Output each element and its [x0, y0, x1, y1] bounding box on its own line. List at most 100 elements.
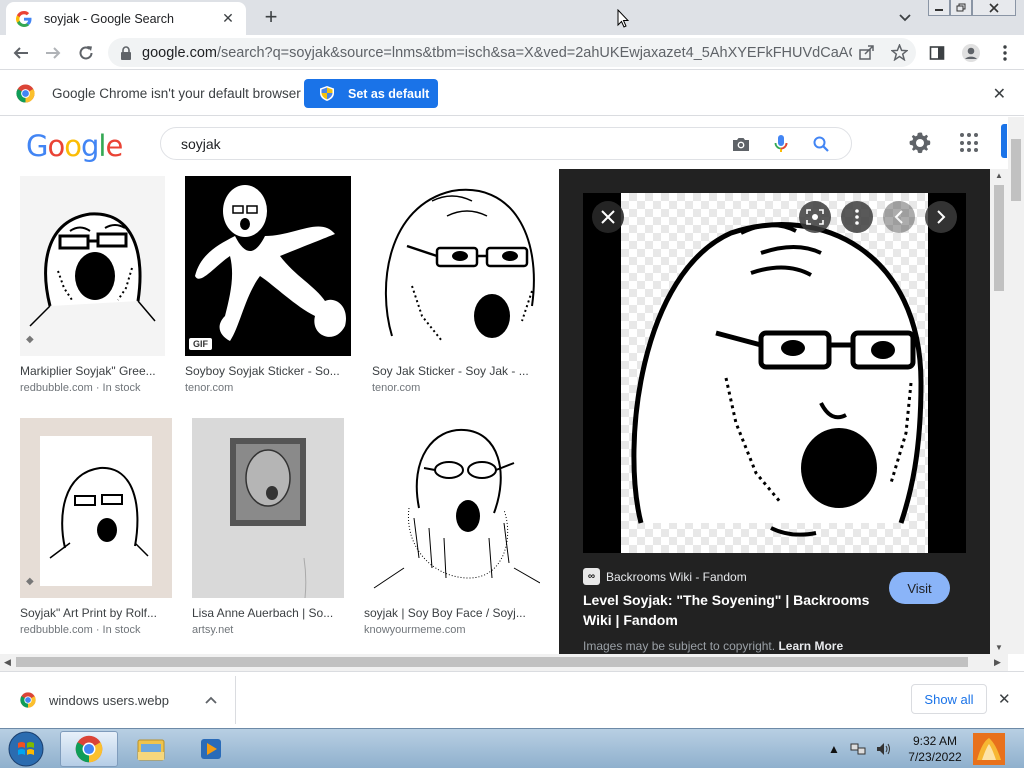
- preview-scrollbar[interactable]: ▲ ▼: [990, 169, 1008, 654]
- taskbar-media-player[interactable]: [182, 731, 240, 767]
- restore-button[interactable]: [950, 0, 972, 16]
- infobar-close-button[interactable]: ✕: [993, 84, 1006, 104]
- url-host: google.com: [142, 44, 217, 61]
- download-item[interactable]: windows users.webp: [0, 676, 236, 724]
- close-window-button[interactable]: [972, 0, 1016, 16]
- vertical-dots-icon: [855, 209, 859, 225]
- volume-icon[interactable]: [876, 742, 892, 756]
- next-image-button[interactable]: [925, 201, 957, 233]
- search-input[interactable]: soyjak: [160, 127, 852, 160]
- google-logo[interactable]: Google: [26, 129, 123, 163]
- minimize-icon: [935, 8, 943, 11]
- taskbar-chrome[interactable]: [60, 731, 118, 767]
- scroll-right-arrow-icon[interactable]: ▶: [994, 657, 1001, 668]
- scroll-down-arrow-icon[interactable]: ▼: [995, 643, 1003, 652]
- start-button[interactable]: [4, 730, 48, 768]
- tab-strip: soyjak - Google Search ✕ +: [0, 0, 1024, 35]
- forward-button[interactable]: [42, 42, 64, 64]
- network-icon[interactable]: [850, 742, 866, 756]
- bookmark-star-button[interactable]: [890, 43, 908, 61]
- preview-image[interactable]: [583, 193, 966, 553]
- reload-button[interactable]: [75, 42, 97, 64]
- show-hidden-icons-icon[interactable]: ▲: [828, 742, 840, 756]
- image-result[interactable]: soyjak | Soy Boy Face / Soyj... knowyour…: [364, 418, 540, 636]
- browser-toolbar: google.com/search?q=soyjak&source=lnms&t…: [0, 35, 1024, 70]
- fandom-favicon-icon: ∞: [583, 568, 600, 585]
- minimize-button[interactable]: [928, 0, 950, 16]
- transparent-canvas: [621, 193, 928, 553]
- chrome-file-icon: [20, 692, 36, 708]
- url-text: google.com/search?q=soyjak&source=lnms&t…: [142, 45, 852, 61]
- search-submit-button[interactable]: [811, 134, 831, 154]
- share-button[interactable]: [858, 43, 876, 61]
- url-path: /search?q=soyjak&source=lnms&tbm=isch&sa…: [216, 44, 852, 61]
- taskbar-explorer[interactable]: [122, 731, 180, 767]
- image-result[interactable]: Lisa Anne Auerbach | So... artsy.net: [192, 418, 344, 636]
- previous-image-button[interactable]: [883, 201, 915, 233]
- apps-dot: [974, 133, 978, 137]
- image-result[interactable]: ◆ Soyjak" Art Print by Rolf... redbubble…: [20, 418, 172, 636]
- bearded-soyjak-drawing: [373, 428, 540, 589]
- scroll-up-arrow-icon[interactable]: ▲: [995, 171, 1003, 180]
- learn-more-link[interactable]: Learn More: [778, 639, 843, 653]
- result-thumbnail: [364, 418, 540, 598]
- back-button[interactable]: [10, 42, 32, 64]
- tab-search-chevron-icon[interactable]: [897, 9, 913, 25]
- chevron-up-icon[interactable]: [203, 695, 219, 705]
- scrollbar-thumb[interactable]: [1011, 139, 1021, 201]
- result-source: redbubble.com · In stock: [20, 382, 141, 394]
- apps-dot: [967, 148, 971, 153]
- default-browser-infobar: Google Chrome isn't your default browser…: [0, 71, 1024, 116]
- user-tile-icon[interactable]: [972, 732, 1006, 766]
- visit-button[interactable]: Visit: [889, 572, 950, 604]
- close-download-shelf-button[interactable]: ✕: [998, 690, 1011, 708]
- forward-arrow-icon: [46, 47, 61, 59]
- soyjak-drawing: [384, 188, 535, 342]
- scrollbar-thumb[interactable]: [16, 657, 968, 667]
- lens-icon: [806, 209, 824, 225]
- preview-title-link[interactable]: Level Soyjak: "The Soyening" | Backrooms…: [583, 590, 873, 630]
- image-results-grid: ◆ Markiplier Soyjak" Gree... redbubble.c…: [0, 169, 559, 654]
- camera-search-button[interactable]: [731, 134, 751, 154]
- preview-more-button[interactable]: [841, 201, 873, 233]
- result-caption: Soyjak" Art Print by Rolf...: [20, 606, 157, 620]
- close-preview-button[interactable]: [592, 201, 624, 233]
- page-horizontal-scrollbar[interactable]: ◀ ▶: [0, 654, 1008, 671]
- search-box-icons: [731, 134, 831, 154]
- folder-icon: [137, 739, 165, 761]
- chrome-menu-button[interactable]: [994, 42, 1016, 64]
- logo-letter: G: [26, 129, 49, 163]
- result-source: redbubble.com · In stock: [20, 624, 141, 636]
- infobar-message: Google Chrome isn't your default browser: [52, 86, 301, 101]
- page-vertical-scrollbar[interactable]: [1008, 117, 1024, 654]
- taskbar-clock[interactable]: 9:32 AM 7/23/2022: [900, 733, 970, 765]
- share-icon: [859, 45, 874, 60]
- scrollbar-thumb[interactable]: [994, 185, 1004, 291]
- account-button[interactable]: [1001, 124, 1007, 158]
- result-source: tenor.com: [185, 382, 234, 394]
- preview-source-site[interactable]: ∞ Backrooms Wiki - Fandom: [583, 568, 747, 585]
- set-as-default-button[interactable]: Set as default: [304, 79, 438, 108]
- profile-button[interactable]: [960, 42, 982, 64]
- new-tab-button[interactable]: +: [260, 4, 282, 30]
- chevron-right-icon: [937, 210, 946, 224]
- show-all-downloads-button[interactable]: Show all: [911, 684, 987, 714]
- copyright-notice: Images may be subject to copyright. Lear…: [583, 639, 843, 653]
- result-caption: Soyboy Soyjak Sticker - So...: [185, 364, 340, 378]
- address-bar[interactable]: google.com/search?q=soyjak&source=lnms&t…: [108, 38, 916, 67]
- voice-search-button[interactable]: [771, 134, 791, 154]
- copyright-text: Images may be subject to copyright.: [583, 639, 776, 653]
- microphone-icon: [774, 135, 788, 152]
- google-lens-button[interactable]: [799, 201, 831, 233]
- chevron-left-icon: [894, 210, 903, 224]
- image-result[interactable]: ◆ Markiplier Soyjak" Gree... redbubble.c…: [20, 176, 165, 394]
- image-result[interactable]: GIF Soyboy Soyjak Sticker - So... tenor.…: [185, 176, 351, 394]
- side-panel-button[interactable]: [926, 42, 948, 64]
- google-apps-button[interactable]: [960, 133, 980, 153]
- browser-tab[interactable]: soyjak - Google Search ✕: [6, 2, 246, 35]
- mouse-cursor-icon: [617, 9, 629, 28]
- scroll-left-arrow-icon[interactable]: ◀: [4, 657, 11, 668]
- image-result[interactable]: Soy Jak Sticker - Soy Jak - ... tenor.co…: [372, 176, 539, 394]
- tab-close-button[interactable]: ✕: [220, 10, 236, 27]
- settings-gear-icon[interactable]: [908, 131, 932, 155]
